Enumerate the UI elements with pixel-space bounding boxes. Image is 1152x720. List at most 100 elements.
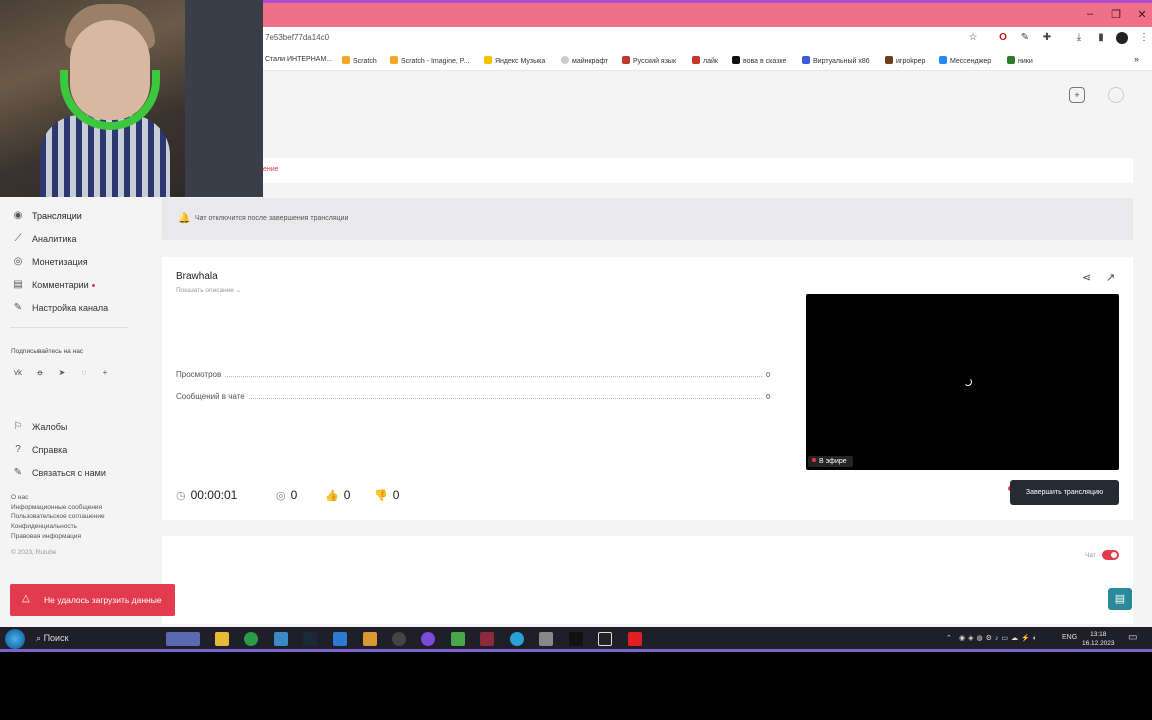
live-badge: В эфире xyxy=(808,456,853,467)
dotted-leader xyxy=(248,393,763,399)
footer-link-legal[interactable]: Правовая информация xyxy=(11,533,81,540)
app-icon[interactable] xyxy=(333,632,347,646)
dislikes-value: 0 xyxy=(392,488,400,502)
share-icon[interactable]: ⋖ xyxy=(1082,271,1091,284)
extension-icon[interactable]: ✎ xyxy=(1019,32,1031,44)
chrome-icon[interactable] xyxy=(244,632,258,646)
dislikes-metric: 👎 0 xyxy=(374,488,399,502)
taskbar-search[interactable]: ⌕ Поиск xyxy=(36,633,69,644)
page-tabs: ение xyxy=(263,158,1133,183)
widget-icon[interactable] xyxy=(166,632,200,646)
sidebar-item-label: Монетизация xyxy=(32,257,88,267)
app-icon[interactable] xyxy=(451,632,465,646)
tiktok-icon[interactable] xyxy=(569,632,583,646)
footer-link-terms[interactable]: Пользовательское соглашение xyxy=(11,513,105,520)
obs-icon[interactable] xyxy=(392,632,406,646)
upload-icon[interactable]: + xyxy=(1069,87,1085,103)
app-icon[interactable] xyxy=(421,632,435,646)
divider xyxy=(10,327,128,328)
sidebar-item-broadcasts[interactable]: ◉ Трансляции xyxy=(12,210,82,222)
profile-icon[interactable] xyxy=(1116,32,1128,44)
file-explorer-icon[interactable] xyxy=(215,632,229,646)
telegram-icon[interactable]: ➤ xyxy=(56,367,68,379)
bookmark-item[interactable]: Стали ИНТЕРНАМ... xyxy=(265,56,332,63)
bookmark-item[interactable]: ники xyxy=(1007,56,1033,65)
star-icon[interactable]: ☆ xyxy=(967,32,979,44)
bookmark-item[interactable]: Яндекс Музыка xyxy=(484,56,545,65)
app-icon[interactable] xyxy=(363,632,377,646)
end-stream-button[interactable]: Завершить трансляцию xyxy=(1010,480,1119,505)
stream-card: Brawhala Показать описание ⌄ Просмотров … xyxy=(162,257,1133,520)
bookmark-item[interactable]: Scratch xyxy=(342,56,377,65)
sidebar-item-monetization[interactable]: ◎ Монетизация xyxy=(12,256,88,268)
sidepanel-icon[interactable]: ▮ xyxy=(1095,32,1107,44)
restore-icon[interactable]: ❐ xyxy=(1106,8,1126,21)
show-description-toggle[interactable]: Показать описание ⌄ xyxy=(176,286,241,294)
rockstar-icon[interactable] xyxy=(598,632,612,646)
more-bookmarks-icon[interactable]: » xyxy=(1134,54,1139,64)
viewer-icon: ◎ xyxy=(276,489,286,502)
bookmark-item[interactable]: Виртуальный х86 xyxy=(802,56,870,65)
vk-icon[interactable]: vk xyxy=(12,367,24,379)
plus-icon[interactable]: + xyxy=(99,367,111,379)
steam-icon[interactable] xyxy=(303,632,317,646)
close-icon[interactable]: ✕ xyxy=(1132,8,1152,21)
sidebar-item-analytics[interactable]: ⟋ Аналитика xyxy=(12,233,77,245)
bookmark-item[interactable]: Русский язык xyxy=(622,56,676,65)
start-icon[interactable] xyxy=(5,629,25,649)
footer-link-news[interactable]: Информационные сообщения xyxy=(11,504,102,511)
subscribe-label: Подписывайтесь на нас xyxy=(11,348,84,355)
bookmark-item[interactable]: Мессенджер xyxy=(939,56,991,65)
video-player[interactable]: В эфире xyxy=(806,294,1119,470)
tray-chevron-icon[interactable]: ⌃ xyxy=(946,634,952,642)
app-icon[interactable] xyxy=(539,632,553,646)
chat-toggle[interactable] xyxy=(1102,550,1119,560)
footer-link-about[interactable]: О нас xyxy=(11,494,28,501)
bookmark-item[interactable]: игроkрeр xyxy=(885,56,925,65)
footer-link-privacy[interactable]: Конфиденциальность xyxy=(11,523,77,530)
stat-views: Просмотров 0 xyxy=(176,370,770,379)
puzzle-icon[interactable]: ✚ xyxy=(1041,32,1053,44)
youtube-icon[interactable] xyxy=(628,632,642,646)
chat-button[interactable]: ▤ xyxy=(1108,588,1132,610)
url-text[interactable]: 7e53bef77da14c0 xyxy=(265,33,329,42)
bookmark-item[interactable]: вова в сказке xyxy=(732,56,786,65)
taskbar-clock[interactable]: 13:18 16.12.2023 xyxy=(1082,630,1115,648)
likes-value: 0 xyxy=(343,488,351,502)
stat-chat-messages: Сообщений в чате 0 xyxy=(176,392,770,401)
telegram-app-icon[interactable] xyxy=(510,632,524,646)
taskbar: ⌕ Поиск ⌃ ◉◈◍⚙♪▭☁⚡◐ ENG 13:18 16.12.2023 … xyxy=(0,627,1152,652)
sidebar-item-comments[interactable]: ▤ Комментарии xyxy=(12,279,95,291)
bookmark-item[interactable]: майнкрафт xyxy=(561,56,608,65)
app-icon[interactable] xyxy=(274,632,288,646)
search-icon: ⌕ xyxy=(36,633,42,643)
tab-active[interactable]: ение xyxy=(263,166,279,173)
bookmark-item[interactable]: лайк xyxy=(692,56,718,65)
chat-label: Чат xyxy=(1085,552,1096,559)
download-icon[interactable]: ⤓ xyxy=(1073,32,1085,44)
duration-value: 00:00:01 xyxy=(190,488,238,502)
opera-extension-icon[interactable]: O xyxy=(997,32,1009,44)
avatar[interactable] xyxy=(1108,87,1124,103)
notification-dot xyxy=(91,283,95,287)
viber-icon[interactable]: ◌ xyxy=(78,367,90,379)
notification-icon[interactable]: ▭ xyxy=(1128,632,1137,643)
toast-text: Не удалось загрузить данные xyxy=(44,595,162,605)
ok-icon[interactable]: ꝋ xyxy=(34,367,46,379)
tray-icons[interactable]: ◉◈◍⚙♪▭☁⚡◐ xyxy=(959,634,1040,642)
viewers-metric: ◎ 0 xyxy=(276,488,297,502)
external-link-icon[interactable]: ↗ xyxy=(1106,271,1115,284)
page-header xyxy=(263,71,1152,133)
menu-icon[interactable]: ⋮ xyxy=(1138,32,1150,44)
likes-metric: 👍 0 xyxy=(325,488,350,502)
sidebar-item-complaints[interactable]: ⚐ Жалобы xyxy=(12,421,68,433)
sidebar-item-help[interactable]: ? Справка xyxy=(12,444,67,456)
live-dot xyxy=(812,458,816,462)
app-icon[interactable] xyxy=(480,632,494,646)
bookmark-item[interactable]: Scratch - Imagine, P... xyxy=(390,56,469,65)
sidebar-item-contact[interactable]: ✎ Связаться с нами xyxy=(12,467,106,479)
sidebar-item-channel-settings[interactable]: ✎ Настройка канала xyxy=(12,302,108,314)
minimize-icon[interactable]: – xyxy=(1080,8,1100,20)
pencil-icon: ✎ xyxy=(13,467,23,478)
language-indicator[interactable]: ENG xyxy=(1062,634,1077,641)
